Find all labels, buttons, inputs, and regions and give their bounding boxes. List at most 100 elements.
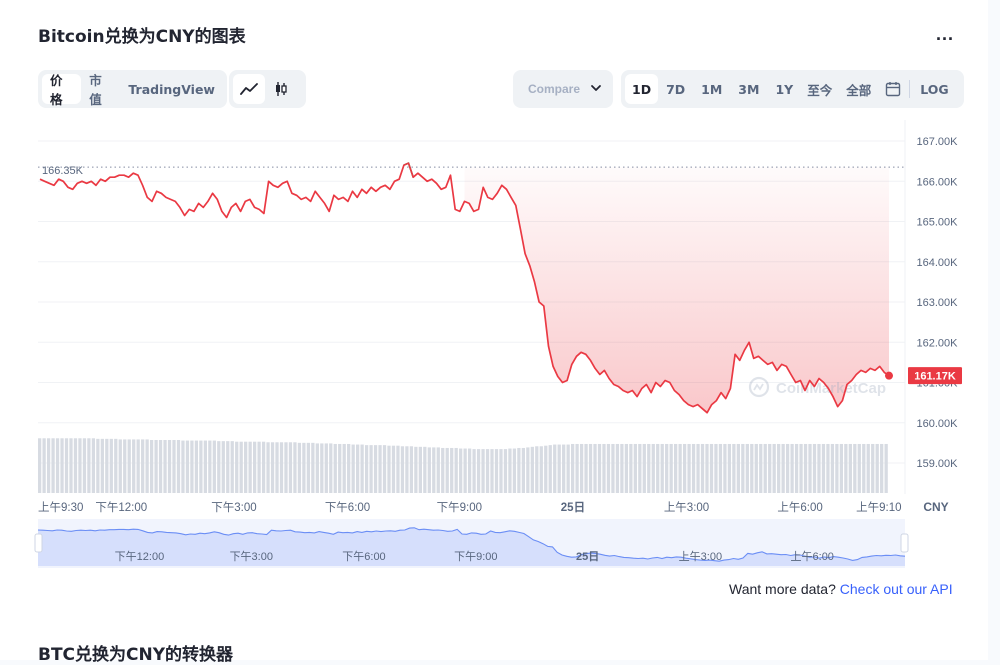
volume-bar <box>763 443 767 493</box>
volume-bar <box>575 443 579 493</box>
volume-bar <box>38 438 42 493</box>
volume-bar <box>194 440 199 493</box>
volume-bar <box>382 445 387 493</box>
volume-bar <box>459 448 463 493</box>
brush-tick-label: 下午9:00 <box>454 550 497 563</box>
volume-bar <box>454 447 458 493</box>
volume-bar <box>768 443 772 493</box>
api-link[interactable]: Check out our API <box>840 581 953 597</box>
volume-bar <box>521 447 526 493</box>
volume-bar <box>611 443 615 493</box>
volume-bar <box>593 443 597 493</box>
volume-bar <box>145 439 149 493</box>
volume-bar <box>96 438 100 493</box>
volume-bar <box>700 443 705 493</box>
volume-bar <box>100 438 104 493</box>
volume-bar <box>579 443 584 493</box>
volume-bar <box>669 443 673 493</box>
volume-bar <box>539 446 543 493</box>
brush-tick-label: 25日 <box>576 550 599 563</box>
y-tick-label: 166.00K <box>917 176 959 188</box>
volume-bar <box>167 439 172 493</box>
volume-bar <box>266 442 270 493</box>
volume-bar <box>812 443 817 493</box>
volume-bar <box>270 442 275 493</box>
volume-bar <box>512 448 517 493</box>
volume-bar <box>230 441 234 493</box>
volume-bar <box>472 449 476 493</box>
volume-bar <box>203 440 207 493</box>
volume-bar <box>857 443 861 493</box>
volume-bar <box>42 438 46 493</box>
volume-bar <box>356 444 360 493</box>
x-tick-label: 下午3:00 <box>211 501 256 514</box>
volume-bar <box>660 443 664 493</box>
volume-bar <box>620 443 624 493</box>
chart-card: Bitcoin兑换为CNY的图表 ... 价格 市值 TradingView C… <box>0 0 988 665</box>
y-tick-label: 167.00K <box>917 136 959 148</box>
volume-bar <box>499 449 503 493</box>
volume-bar <box>647 443 651 493</box>
volume-bar <box>799 443 803 493</box>
volume-bar <box>212 440 216 493</box>
volume-bar <box>190 440 194 493</box>
volume-bar <box>880 443 884 493</box>
range-brush[interactable]: 下午12:00 下午3:00 下午6:00 下午9:00 25日 上午3:00 上午6:00 <box>34 519 909 568</box>
volume-bar <box>91 438 96 493</box>
volume-bar <box>709 443 714 493</box>
volume-bar <box>781 443 785 493</box>
volume-bar <box>548 445 552 493</box>
volume-bar <box>405 446 409 493</box>
y-tick-label: 160.00K <box>917 418 959 430</box>
volume-bar <box>642 443 646 493</box>
volume-bar <box>297 442 302 493</box>
x-tick-label: 上午9:10 <box>856 501 901 514</box>
loss-area <box>464 167 889 413</box>
brush-right-handle[interactable] <box>900 533 909 553</box>
volume-bar <box>275 442 279 493</box>
x-tick-label: 下午12:00 <box>95 501 147 514</box>
volume-bar <box>682 443 687 493</box>
volume-bar <box>158 439 163 493</box>
volume-bar <box>557 444 561 493</box>
volume-bar <box>839 443 844 493</box>
volume-bar <box>391 445 396 493</box>
volume-bar <box>320 443 324 493</box>
volume-bar <box>871 443 875 493</box>
y-tick-label: 164.00K <box>917 257 959 269</box>
volume-bar <box>566 444 570 493</box>
y-axis-ticks: 167.00K 166.00K 165.00K 164.00K 163.00K 162.0… <box>917 136 959 470</box>
volume-bar <box>530 446 534 493</box>
volume-bar <box>176 439 181 493</box>
volume-bar <box>450 447 454 493</box>
volume-bar <box>239 441 243 493</box>
volume-bar <box>691 443 696 493</box>
volume-bar <box>723 443 727 493</box>
volume-bar <box>136 439 140 493</box>
volume-bar <box>60 438 64 493</box>
volume-bar <box>467 448 472 493</box>
volume-bar <box>777 443 781 493</box>
volume-bar <box>338 443 342 493</box>
volume-bar <box>414 446 418 493</box>
volume-bar <box>369 445 373 493</box>
volume-bar <box>754 443 758 493</box>
volume-bar <box>553 444 557 493</box>
volume-bar <box>750 443 754 493</box>
volume-bar <box>347 443 351 493</box>
volume-bar <box>199 440 203 493</box>
y-tick-label: 165.00K <box>917 217 959 229</box>
volume-bar <box>181 440 185 493</box>
volume-bar <box>342 443 346 493</box>
volume-bar <box>821 443 826 493</box>
volume-bar <box>696 443 700 493</box>
volume-bar <box>817 443 821 493</box>
brush-tick-label: 上午3:00 <box>679 550 722 563</box>
brush-left-handle[interactable] <box>34 533 43 553</box>
api-promo: Want more data? Check out our API <box>729 581 953 597</box>
volume-bar <box>803 443 808 493</box>
volume-bar <box>432 447 436 493</box>
volume-bar <box>705 443 709 493</box>
brush-tick-label: 下午6:00 <box>342 550 385 563</box>
volume-bar <box>848 443 852 493</box>
